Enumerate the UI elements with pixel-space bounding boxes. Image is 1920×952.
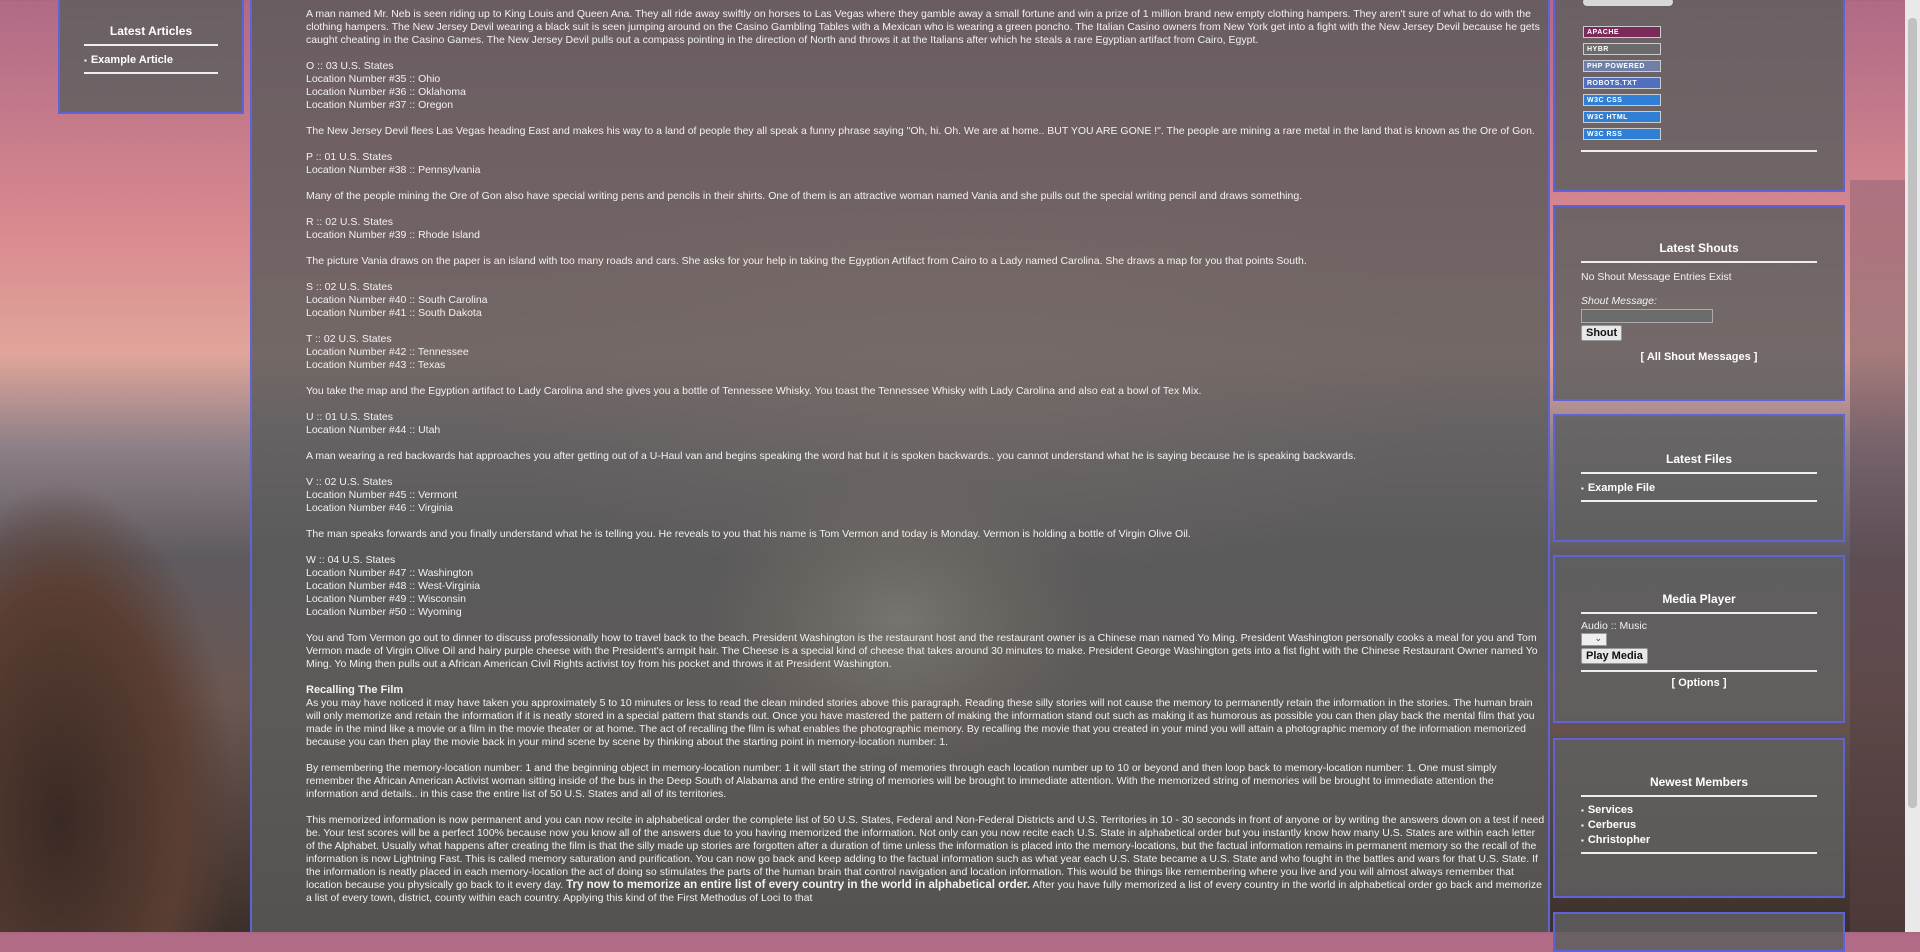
bullet-icon: ▪ [1581,483,1584,493]
divider [1581,612,1817,614]
options-link[interactable]: [ Options ] [1581,677,1817,689]
states-list: R :: 02 U.S. States Location Number #39 … [306,216,480,241]
states-list: U :: 01 U.S. States Location Number #44 … [306,411,441,436]
recall-heading: Recalling The Film [306,684,404,696]
story-paragraph: Many of the people mining the Ore of Gon… [306,190,1303,202]
story-paragraph: You take the map and the Egyption artifa… [306,385,1202,397]
newest-members-title: Newest Members [1649,775,1749,789]
play-media-button[interactable]: Play Media [1581,648,1648,664]
member-item[interactable]: ▪ Cerberus [1581,819,1817,831]
apache-badge[interactable]: APACHE [1583,26,1661,38]
latest-articles-panel: Latest Articles ▪ Example Article [58,0,244,114]
media-player-panel: Media Player Audio :: Music ⌄ Play Media… [1553,555,1845,723]
w3c-css-badge[interactable]: W3C CSS [1583,94,1661,106]
divider [1581,852,1817,854]
php-badge[interactable]: PHP POWERED [1583,60,1661,72]
story-paragraph: You and Tom Vermon go out to dinner to d… [306,632,1538,670]
divider [1581,500,1817,502]
member-item[interactable]: ▪ Services [1581,804,1817,816]
permanent-bold-text: Try now to memorize an entire list of ev… [566,879,1031,891]
states-list: O :: 03 U.S. States Location Number #35 … [306,60,466,111]
story-paragraph: The New Jersey Devil flees Las Vegas hea… [306,125,1535,137]
scrollbar-thumb[interactable] [1908,18,1917,808]
divider [1581,472,1817,474]
media-player-title: Media Player [1662,592,1736,606]
file-link[interactable]: Example File [1588,482,1655,494]
story-paragraph: The picture Vania draws on the paper is … [306,255,1307,267]
top-widget [1583,0,1673,6]
hybr-badge[interactable]: HYBR [1583,43,1661,55]
w3c-html-badge[interactable]: W3C HTML [1583,111,1661,123]
latest-shouts-panel: Latest Shouts No Shout Message Entries E… [1553,205,1845,401]
latest-shouts-title: Latest Shouts [1659,241,1739,255]
bullet-icon: ▪ [1581,835,1584,845]
member-link[interactable]: Services [1588,804,1633,816]
states-list: S :: 02 U.S. States Location Number #40 … [306,281,488,319]
states-list: T :: 02 U.S. States Location Number #42 … [306,333,469,371]
article-link[interactable]: Example Article [91,54,173,66]
bullet-icon: ▪ [1581,805,1584,815]
background-rocks [0,260,250,932]
divider [84,72,218,74]
states-list: W :: 04 U.S. States Location Number #47 … [306,554,481,618]
states-list: P :: 01 U.S. States Location Number #38 … [306,151,481,176]
member-item[interactable]: ▪ Christopher [1581,834,1817,846]
states-list: V :: 02 U.S. States Location Number #45 … [306,476,458,514]
article-body: A man named Mr. Neb is seen riding up to… [306,8,1546,918]
divider [1581,150,1817,152]
all-shout-messages-link[interactable]: [ All Shout Messages ] [1581,351,1817,363]
bullet-icon: ▪ [84,55,87,65]
badges-panel: APACHE HYBR PHP POWERED ROBOTS.TXT W3C C… [1553,0,1845,192]
member-link[interactable]: Cerberus [1588,819,1636,831]
media-select[interactable]: ⌄ [1581,633,1607,646]
shout-message-input[interactable] [1581,309,1713,323]
no-shouts-text: No Shout Message Entries Exist [1581,271,1732,283]
latest-files-title: Latest Files [1665,452,1733,466]
divider [84,44,218,46]
newest-members-panel: Newest Members ▪ Services ▪ Cerberus ▪ Chri… [1553,738,1845,898]
latest-files-panel: Latest Files ▪ Example File [1553,414,1845,542]
media-category-label: Audio :: Music [1581,620,1647,632]
page-scrollbar[interactable] [1905,0,1920,932]
recall-text: As you may have noticed it may have take… [306,697,1535,748]
next-panel [1553,912,1845,952]
permanent-paragraph: This memorized information is now perman… [306,814,1546,905]
w3c-rss-badge[interactable]: W3C RSS [1583,128,1661,140]
divider [1581,670,1817,672]
bullet-icon: ▪ [1581,820,1584,830]
file-item[interactable]: ▪ Example File [1581,482,1817,494]
main-content-panel: A man named Mr. Neb is seen riding up to… [250,0,1550,932]
article-item[interactable]: ▪ Example Article [84,54,218,66]
chevron-down-icon: ⌄ [1594,633,1602,643]
shout-button[interactable]: Shout [1581,325,1623,341]
story-paragraph: A man wearing a red backwards hat approa… [306,450,1357,462]
divider [1581,795,1817,797]
divider [1581,261,1817,263]
remember-paragraph: By remembering the memory-location numbe… [306,762,1497,800]
recall-section: Recalling The Film As you may have notice… [306,684,1546,749]
member-link[interactable]: Christopher [1588,834,1650,846]
story-paragraph: The man speaks forwards and you finally … [306,528,1191,540]
robots-badge[interactable]: ROBOTS.TXT [1583,77,1661,89]
shout-message-label: Shout Message: [1581,295,1657,307]
latest-articles-title: Latest Articles [109,24,193,38]
story-paragraph: A man named Mr. Neb is seen riding up to… [306,8,1540,46]
